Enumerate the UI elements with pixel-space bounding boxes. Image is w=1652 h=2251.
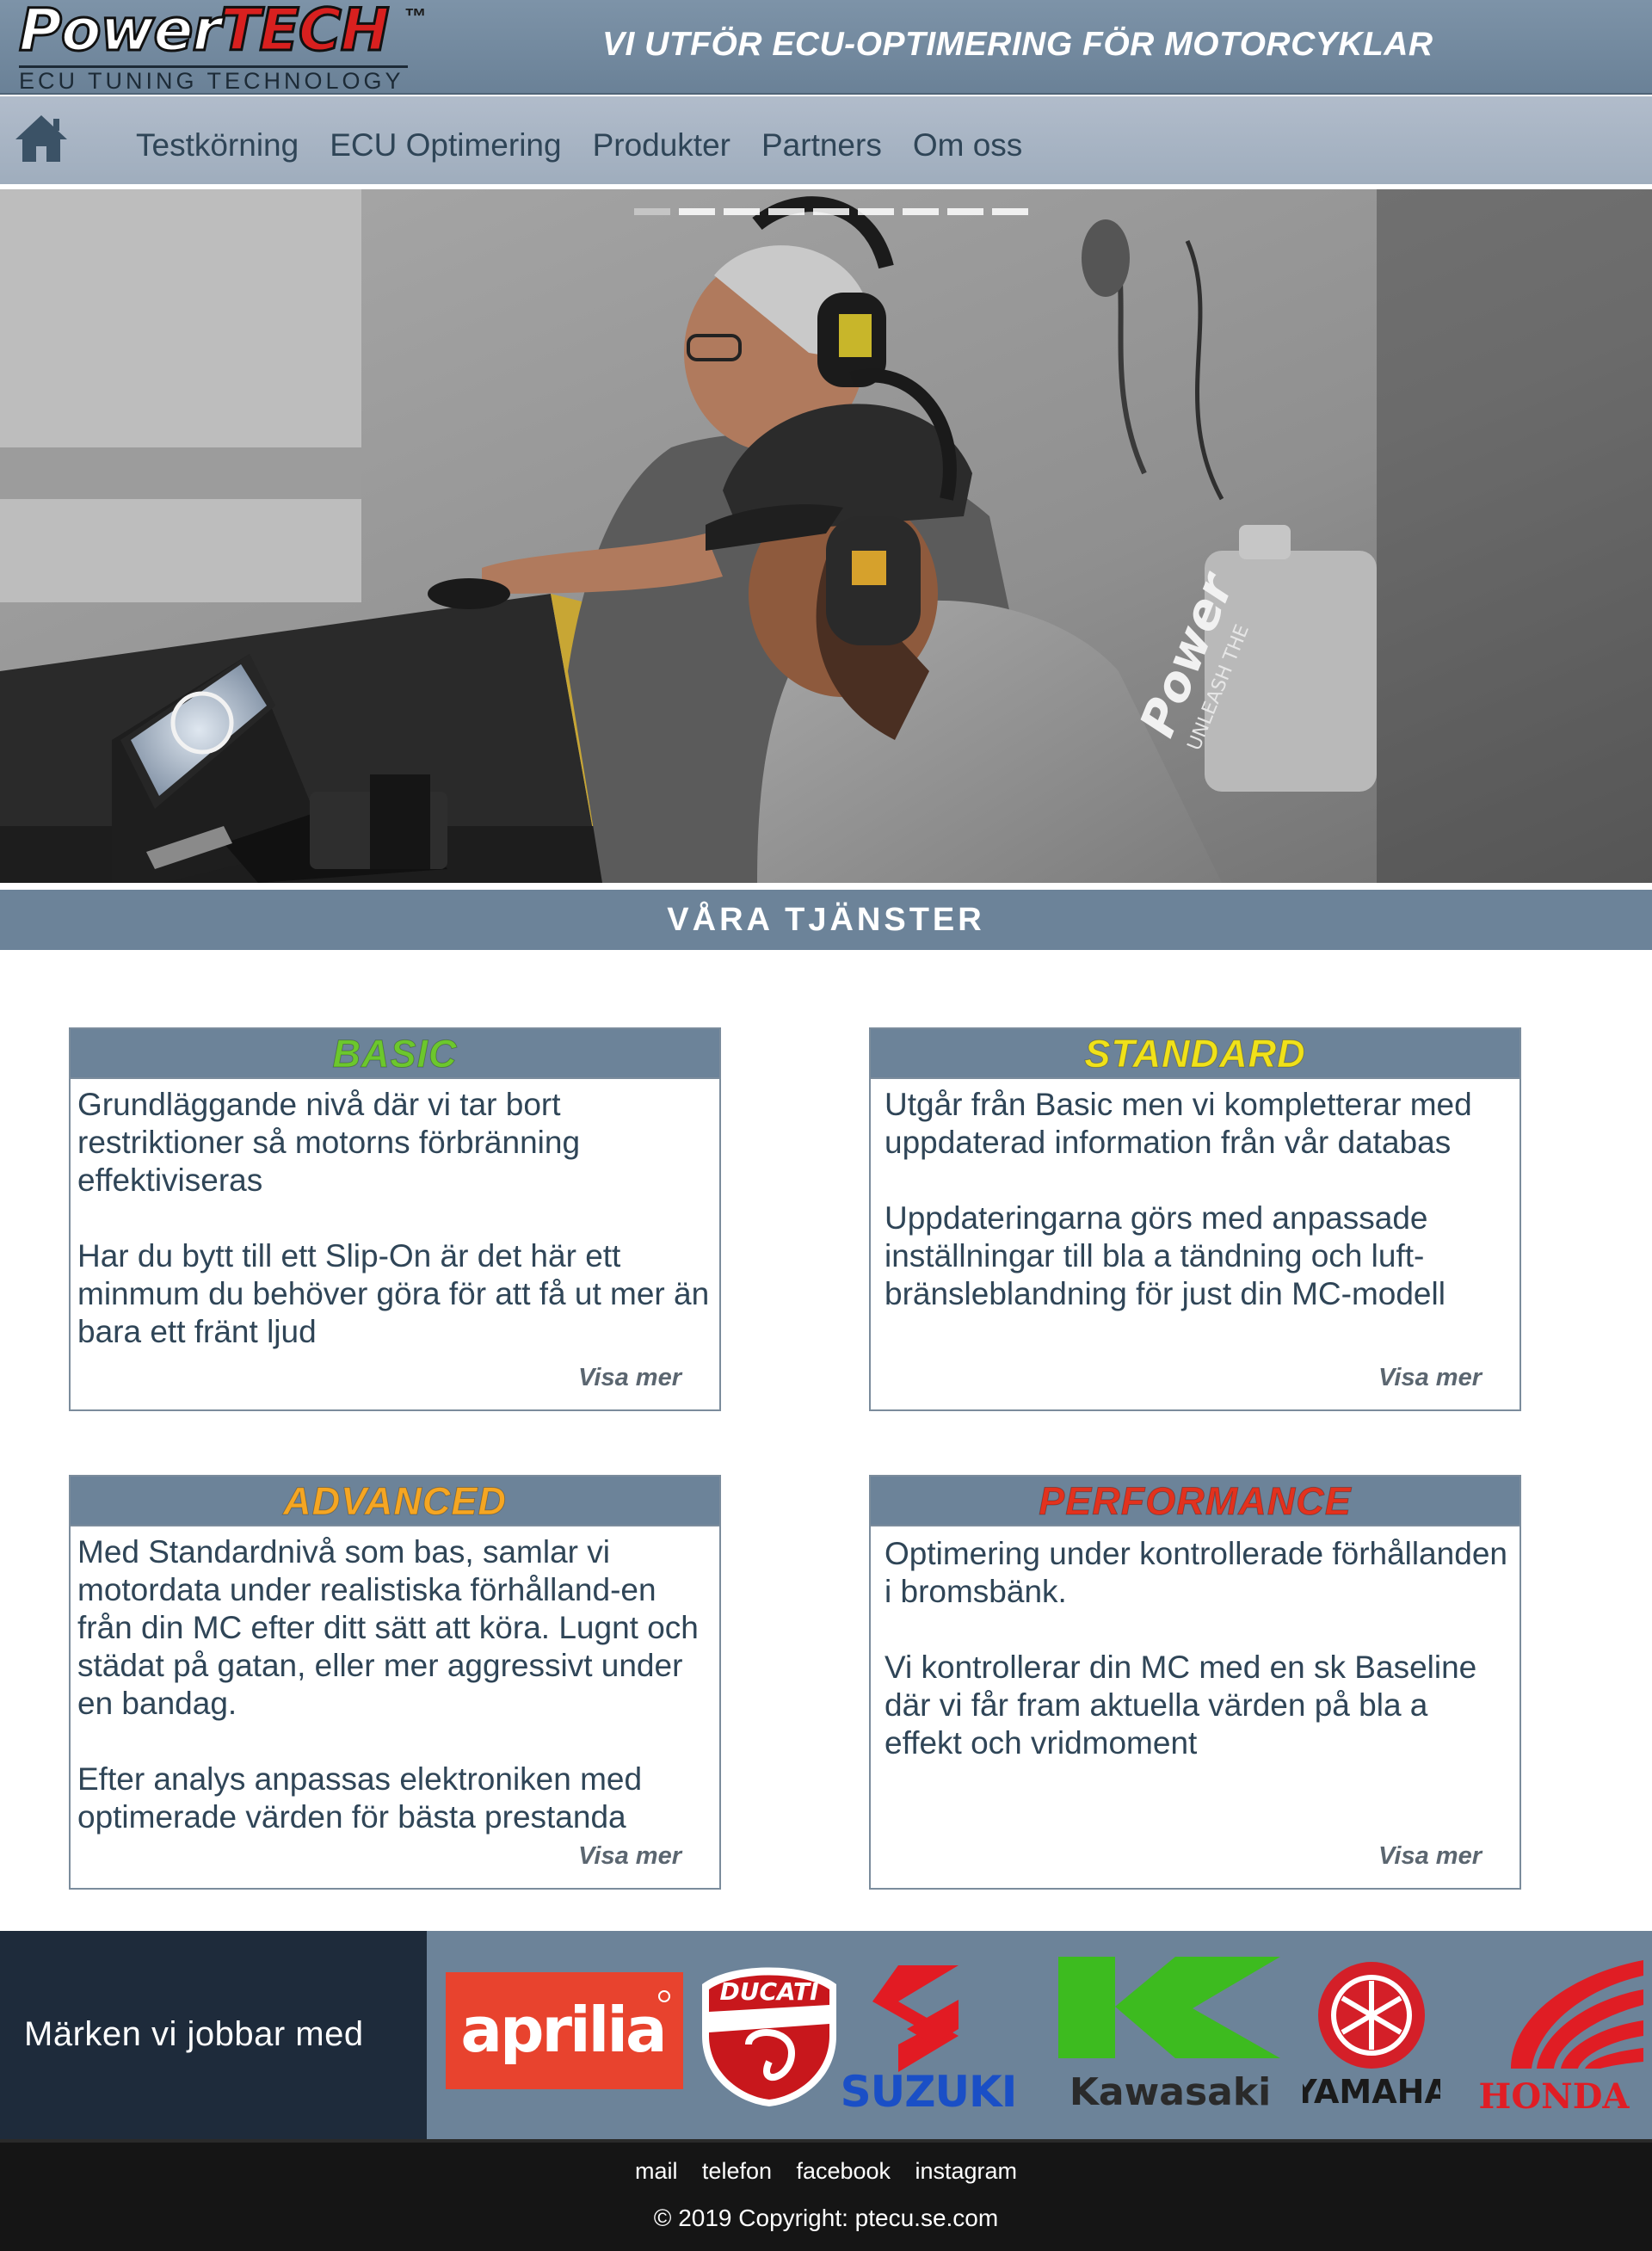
visa-mer-link[interactable]: Visa mer <box>578 1364 681 1392</box>
card-title: BASIC <box>332 1032 458 1076</box>
powertech-logo[interactable]: PowerTECH ™ ECU TUNING TECHNOLOGY <box>15 0 463 94</box>
carousel-indicator[interactable] <box>992 208 1028 215</box>
footer-link-facebook[interactable]: facebook <box>796 2158 891 2185</box>
service-card-basic: BASIC Grundläggande nivå där vi tar bort… <box>69 1027 721 1411</box>
footer-links: mail telefon facebook instagram <box>0 2158 1652 2185</box>
card-title: PERFORMANCE <box>1039 1479 1352 1524</box>
carousel-indicator[interactable] <box>724 208 760 215</box>
logo-tech-text: TECH <box>219 0 391 65</box>
hero-carousel[interactable]: Power UNLEASH THE <box>0 189 1652 883</box>
card-paragraph: Optimering under kontrollerade förhållan… <box>885 1536 1507 1609</box>
card-paragraph: Grundläggande nivå där vi tar bort restr… <box>77 1087 581 1198</box>
hero-dark-side <box>1377 189 1652 883</box>
card-header: ADVANCED <box>71 1477 719 1526</box>
honda-logo-text: HONDA <box>1479 2076 1630 2117</box>
ducati-logo-text: DUCATI <box>719 1977 818 2006</box>
brands-label: Märken vi jobbar med <box>24 2015 364 2053</box>
footer-link-telefon[interactable]: telefon <box>702 2158 772 2185</box>
nav-links: Testkörning ECU Optimering Produkter Par… <box>120 127 1038 163</box>
brands-label-panel: Märken vi jobbar med <box>0 1931 427 2139</box>
card-paragraph: Efter analys anpassas elektroniken med o… <box>77 1761 643 1835</box>
nav-item-om-oss[interactable]: Om oss <box>913 127 1022 163</box>
trademark-symbol: ™ <box>404 3 427 29</box>
nav-item-partners[interactable]: Partners <box>761 127 882 163</box>
kawasaki-logo[interactable]: Kawasaki <box>1055 1955 1285 2112</box>
card-body: Med Standardnivå som bas, samlar vi moto… <box>71 1526 719 1836</box>
service-card-standard: STANDARD Utgår från Basic men vi komplet… <box>869 1027 1521 1411</box>
home-icon[interactable] <box>14 112 69 165</box>
card-paragraph: Har du bytt till ett Slip-On är det här … <box>77 1238 710 1349</box>
card-title: ADVANCED <box>283 1479 507 1524</box>
visa-mer-link[interactable]: Visa mer <box>1378 1364 1482 1392</box>
nav-item-ecu-optimering[interactable]: ECU Optimering <box>330 127 561 163</box>
card-paragraph: Vi kontrollerar din MC med en sk Baselin… <box>885 1650 1477 1761</box>
nav-item-produkter[interactable]: Produkter <box>593 127 730 163</box>
yamaha-logo-text: YAMAHA <box>1303 2073 1440 2110</box>
visa-mer-link[interactable]: Visa mer <box>578 1842 681 1871</box>
footer-link-instagram[interactable]: instagram <box>915 2158 1018 2185</box>
logo-power-text: Power <box>17 0 222 65</box>
carousel-indicators <box>634 208 1028 215</box>
brands-bar: Märken vi jobbar med aprilia DUCATI SUZU… <box>0 1931 1652 2139</box>
card-paragraph: Med Standardnivå som bas, samlar vi moto… <box>77 1534 699 1721</box>
card-paragraph: Utgår från Basic men vi kompletterar med… <box>885 1087 1472 1160</box>
carousel-indicator[interactable] <box>858 208 894 215</box>
carousel-indicator[interactable] <box>768 208 804 215</box>
suzuki-logo-text: SUZUKI <box>841 2067 1017 2112</box>
aprilia-logo-text: aprilia <box>460 1994 664 2066</box>
service-card-performance: PERFORMANCE Optimering under kontrollera… <box>869 1475 1521 1890</box>
card-header: STANDARD <box>871 1029 1519 1079</box>
carousel-indicator[interactable] <box>813 208 849 215</box>
logo-wordmark: PowerTECH <box>17 0 391 61</box>
card-body: Utgår från Basic men vi kompletterar med… <box>871 1079 1519 1313</box>
card-header: PERFORMANCE <box>871 1477 1519 1526</box>
card-body: Optimering under kontrollerade förhållan… <box>871 1526 1519 1762</box>
logo-subtitle: ECU TUNING TECHNOLOGY <box>19 65 408 94</box>
carousel-indicator[interactable] <box>947 208 983 215</box>
aprilia-logo[interactable]: aprilia <box>446 1972 683 2089</box>
section-title-services: VÅRA TJÄNSTER <box>0 890 1652 950</box>
site-footer: mail telefon facebook instagram © 2019 C… <box>0 2139 1652 2251</box>
visa-mer-link[interactable]: Visa mer <box>1378 1842 1482 1871</box>
suzuki-logo[interactable]: SUZUKI <box>829 1965 1027 2112</box>
nav-item-testkorning[interactable]: Testkörning <box>136 127 299 163</box>
card-title: STANDARD <box>1084 1032 1306 1076</box>
card-header: BASIC <box>71 1029 719 1079</box>
kawasaki-logo-text: Kawasaki <box>1069 2070 1271 2112</box>
header-tagline: VI UTFÖR ECU-OPTIMERING FÖR MOTORCYKLAR <box>602 26 1433 63</box>
card-body: Grundläggande nivå där vi tar bort restr… <box>71 1079 719 1351</box>
copyright-text: © 2019 Copyright: ptecu.se.com <box>653 2205 999 2231</box>
ducati-logo[interactable]: DUCATI <box>697 1958 841 2110</box>
carousel-indicator[interactable] <box>903 208 939 215</box>
carousel-indicator[interactable] <box>634 208 670 215</box>
yamaha-logo[interactable]: YAMAHA <box>1303 1962 1440 2110</box>
site-header: PowerTECH ™ ECU TUNING TECHNOLOGY VI UTF… <box>0 0 1652 95</box>
card-paragraph: Uppdateringarna görs med anpassade instä… <box>885 1200 1446 1311</box>
service-card-advanced: ADVANCED Med Standardnivå som bas, samla… <box>69 1475 721 1890</box>
main-navigation: Testkörning ECU Optimering Produkter Par… <box>0 96 1652 184</box>
footer-link-mail[interactable]: mail <box>635 2158 678 2185</box>
carousel-indicator[interactable] <box>679 208 715 215</box>
honda-logo[interactable]: HONDA <box>1459 1957 1649 2117</box>
